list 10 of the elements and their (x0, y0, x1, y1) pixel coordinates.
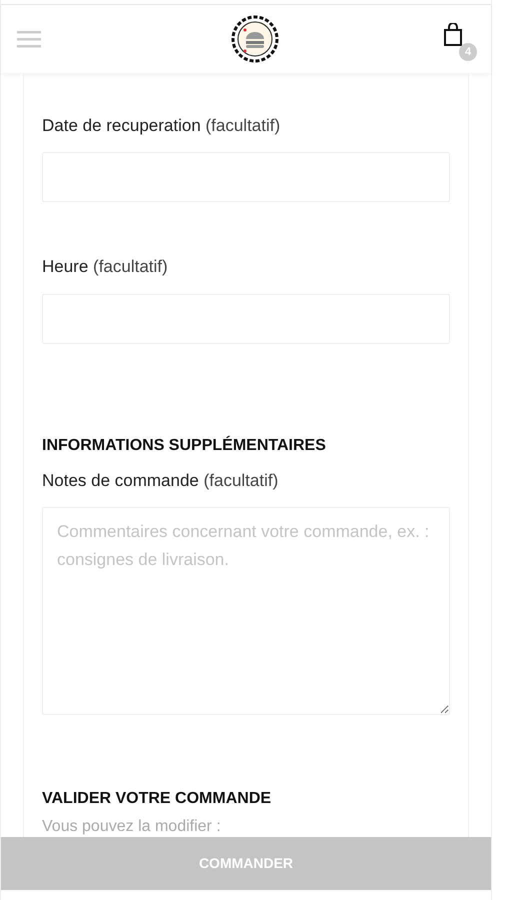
section-heading: INFORMATIONS SUPPLÉMENTAIRES (42, 434, 327, 456)
field-label: Notes de commande (facultatif) (42, 470, 280, 492)
section-heading: VALIDER VOTRE COMMANDE (42, 789, 272, 810)
field-label: Date de recuperation (facultatif) (42, 114, 282, 137)
shopping-bag-icon[interactable] (443, 22, 463, 47)
field-label: Heure (facultatif) (42, 256, 169, 278)
menu-icon[interactable] (17, 30, 41, 48)
info-text: Vous pouvez la modifier : (42, 817, 222, 838)
notes-field[interactable]: Commentaires concernant votre commande, ex. : consignes de livraison. (42, 507, 450, 716)
burger-logo-icon[interactable] (231, 14, 279, 63)
